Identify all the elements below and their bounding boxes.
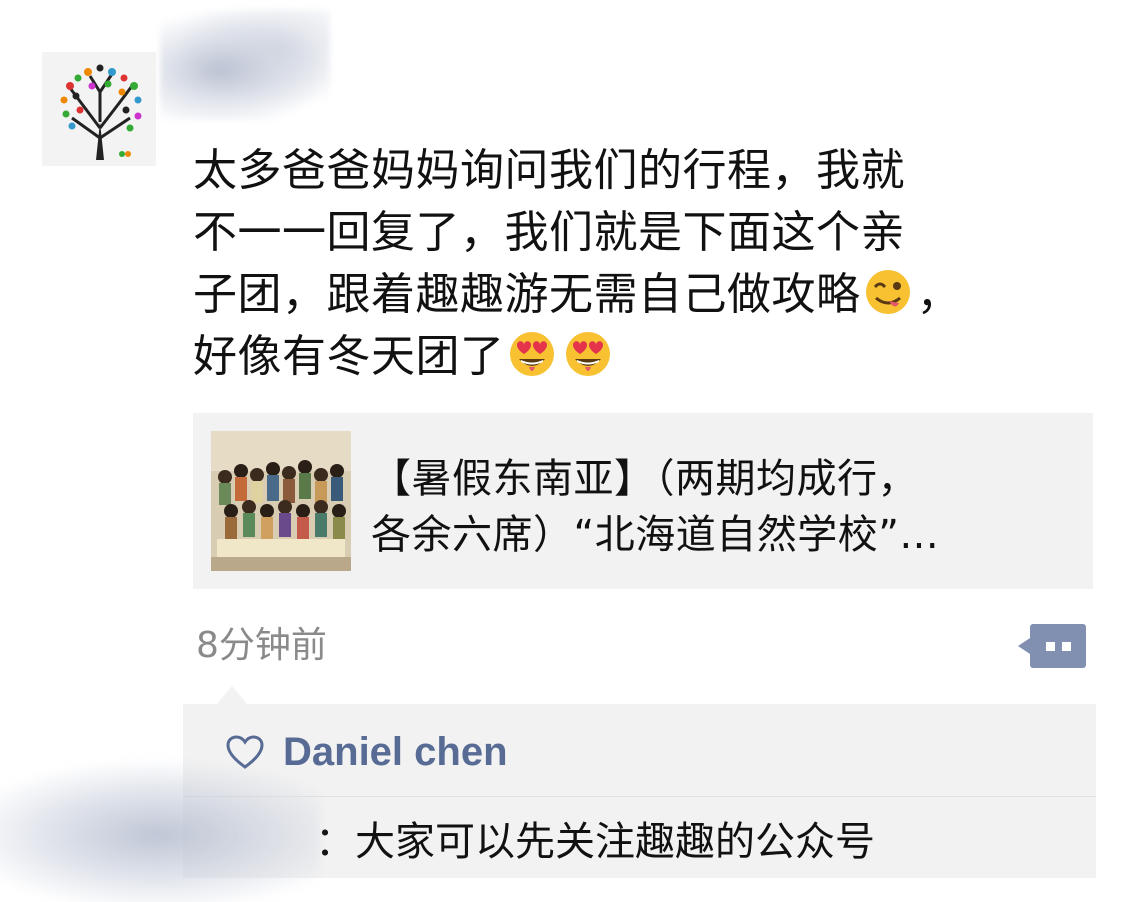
username-redacted[interactable] bbox=[160, 10, 330, 120]
post-text-line: 子团，跟着趣趣游无需自己做攻略 ， bbox=[193, 264, 1073, 326]
moments-post: 太多爸爸妈妈询问我们的行程，我就 不一一回复了，我们就是下面这个亲 子团，跟着趣… bbox=[0, 0, 1125, 902]
avatar[interactable] bbox=[42, 52, 156, 166]
link-title-line: 各余六席）“北海道自然学校”... bbox=[371, 512, 940, 558]
comment-button[interactable] bbox=[1018, 622, 1086, 670]
comment-dots-icon bbox=[1018, 624, 1086, 668]
post-text-line: 不一一回复了，我们就是下面这个亲 bbox=[193, 207, 905, 258]
commenter-redaction bbox=[0, 760, 320, 902]
link-thumbnail bbox=[211, 431, 351, 571]
post-text-segment: 好像有冬天团了 bbox=[193, 331, 505, 382]
link-title-line: 【暑假东南亚】（两期均成行， bbox=[371, 456, 918, 502]
link-title: 【暑假东南亚】（两期均成行， 各余六席）“北海道自然学校”... bbox=[371, 451, 1071, 563]
heart-eyes-emoji bbox=[509, 332, 554, 376]
winking-face-with-tongue-emoji bbox=[865, 270, 910, 314]
post-text-line: 太多爸爸妈妈询问我们的行程，我就 bbox=[193, 145, 905, 196]
comments-pointer bbox=[217, 686, 247, 704]
post-text-segment: ， bbox=[916, 269, 961, 320]
post-text-line: 好像有冬天团了 bbox=[193, 326, 1073, 388]
post-text: 太多爸爸妈妈询问我们的行程，我就 不一一回复了，我们就是下面这个亲 子团，跟着趣… bbox=[193, 140, 1073, 388]
post-text-segment: 子团，跟着趣趣游无需自己做攻略 bbox=[193, 269, 861, 320]
shared-link-card[interactable]: 【暑假东南亚】（两期均成行， 各余六席）“北海道自然学校”... bbox=[193, 413, 1093, 589]
post-timestamp: 8分钟前 bbox=[196, 625, 327, 666]
heart-eyes-emoji bbox=[565, 332, 610, 376]
comment-text: ：大家可以先关注趣趣的公众号 bbox=[315, 819, 875, 865]
